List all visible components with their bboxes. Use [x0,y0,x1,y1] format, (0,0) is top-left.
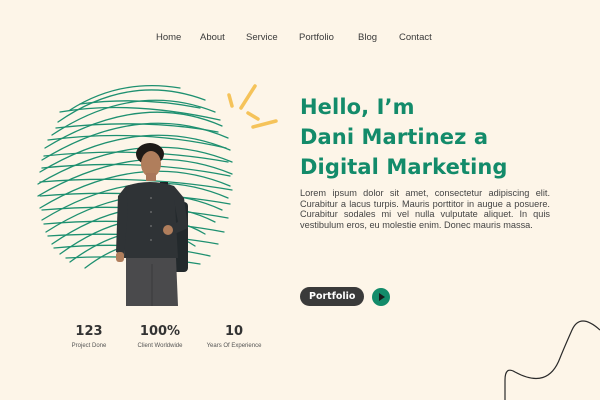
hero-heading-line-2: Dani Martinez a [300,125,489,149]
profile-photo [116,143,188,306]
stat-experience: 10 Years Of Experience [189,324,279,350]
nav-contact[interactable]: Contact [399,32,432,43]
nav-service[interactable]: Service [246,32,278,43]
sparkle-dashes [227,84,278,129]
nav-blog[interactable]: Blog [358,32,377,43]
hero-description: Lorem ipsum dolor sit amet, consectetur … [300,188,550,230]
play-icon [379,293,385,301]
main-nav: Home About Service Portfolio Blog Contac… [0,32,600,46]
stat-experience-value: 10 [224,324,244,339]
nav-portfolio[interactable]: Portfolio [299,32,334,43]
stat-experience-label: Years Of Experience [206,343,262,349]
hero-heading: Hello, I’m Dani Martinez a Digital Marke… [300,92,580,182]
play-button[interactable] [372,288,390,306]
nav-about[interactable]: About [200,32,225,43]
portfolio-button[interactable]: Portfolio [300,287,365,306]
hero-heading-line-3: Digital Marketing [300,155,508,179]
nav-home[interactable]: Home [156,32,181,43]
curvy-line [504,320,600,400]
hero-heading-line-1: Hello, I’m [300,95,415,119]
